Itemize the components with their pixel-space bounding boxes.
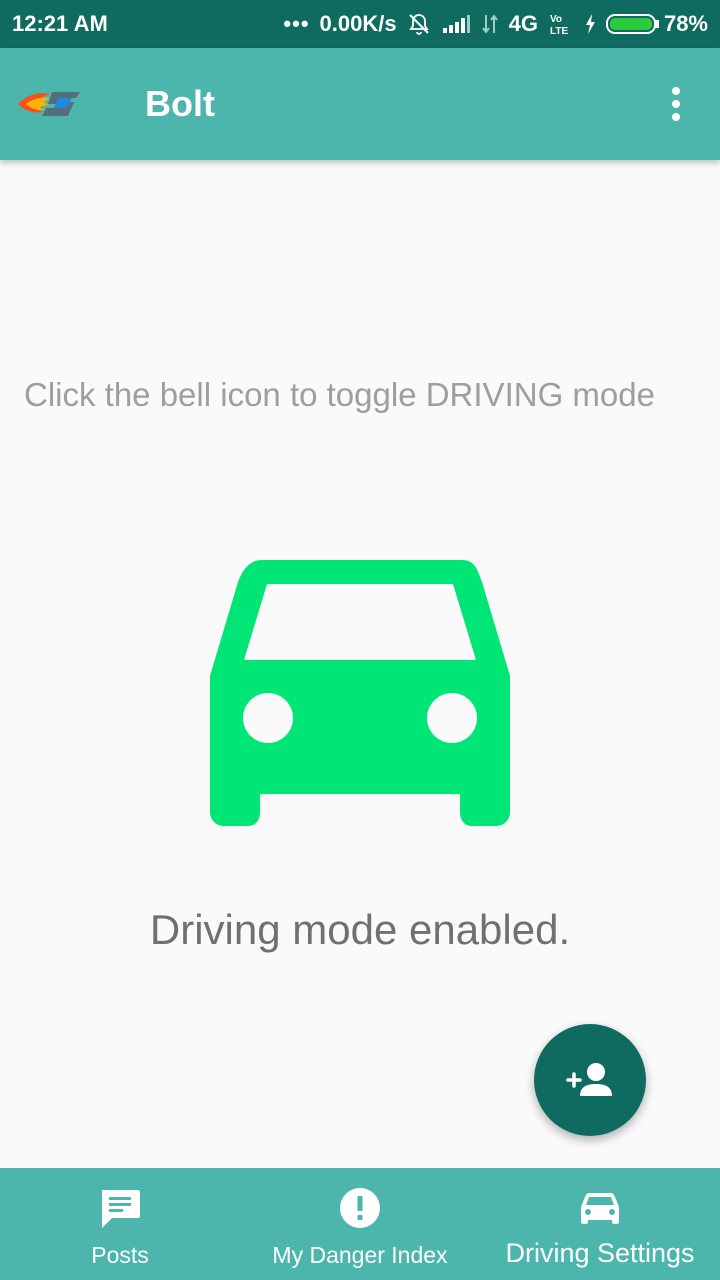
status-time: 12:21 AM <box>12 11 108 36</box>
car-icon <box>580 1186 620 1230</box>
network-type: 4G <box>508 11 538 36</box>
svg-text:Vo: Vo <box>550 14 562 25</box>
driving-status-message: Driving mode enabled. <box>149 906 571 953</box>
status-bar: 12:21 AM ••• 0.00K/s 4G Vo LTE 78% <box>0 0 720 48</box>
add-person-icon <box>566 1063 612 1096</box>
battery-icon <box>605 14 659 34</box>
alert-icon <box>338 1186 382 1230</box>
volte-icon: Vo LTE <box>548 12 574 36</box>
battery: 78% <box>605 11 708 37</box>
overflow-menu-button[interactable] <box>660 82 692 126</box>
more-dots-icon: ••• <box>283 11 310 36</box>
bolt-logo-icon <box>16 86 88 122</box>
nav-label-driving-settings: Driving Settings <box>505 1238 695 1268</box>
signal-icon <box>441 14 471 34</box>
battery-percent: 78% <box>663 11 708 36</box>
nav-item-danger-index[interactable]: My Danger Index <box>240 1168 480 1280</box>
overflow-dot <box>672 87 680 95</box>
bottom-navigation: Posts My Danger Index Driving Settings <box>0 1168 720 1280</box>
nav-item-driving-settings[interactable]: Driving Settings <box>480 1168 720 1280</box>
net-speed: 0.00K/s <box>319 11 397 36</box>
overflow-dot <box>672 113 680 121</box>
svg-text:LTE: LTE <box>550 26 568 36</box>
nav-label-posts: Posts <box>91 1242 149 1268</box>
bell-off-icon <box>407 12 431 36</box>
car-icon <box>210 558 510 828</box>
add-contact-button[interactable] <box>534 1024 646 1136</box>
app-bar: Bolt <box>0 48 720 160</box>
nav-item-posts[interactable]: Posts <box>0 1168 240 1280</box>
instruction-text: Click the bell icon to toggle DRIVING mo… <box>24 376 655 413</box>
chat-icon <box>98 1186 142 1230</box>
nav-label-danger-index: My Danger Index <box>272 1242 448 1268</box>
charging-icon <box>584 13 596 35</box>
data-transfer-icon <box>481 13 499 35</box>
overflow-dot <box>672 100 680 108</box>
status-icons: ••• 0.00K/s 4G Vo LTE 78% <box>283 11 708 37</box>
app-title: Bolt <box>145 83 215 124</box>
